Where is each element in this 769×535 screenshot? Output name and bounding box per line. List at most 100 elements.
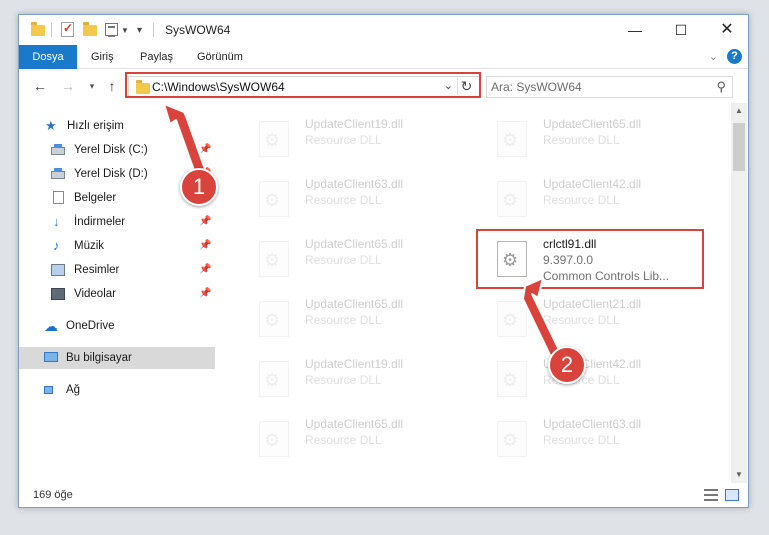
tab-home[interactable]: Giriş [91, 45, 114, 69]
help-icon[interactable]: ? [727, 49, 742, 64]
computer-icon [44, 352, 58, 362]
nav-item-label: Belgeler [74, 192, 117, 204]
divider [153, 23, 154, 37]
file-description: Resource DLL [305, 133, 382, 147]
details-view-icon[interactable] [704, 489, 718, 501]
pin-icon[interactable]: 📌 [199, 235, 211, 257]
file-tile[interactable]: UpdateClient65.dll Resource DLL [245, 235, 475, 283]
file-tile[interactable]: UpdateClient63.dll Resource DLL [483, 415, 713, 463]
pin-icon[interactable]: 📌 [199, 283, 211, 305]
address-highlight-box [125, 72, 481, 98]
file-description: Resource DLL [305, 253, 382, 267]
ribbon-tabs: Dosya Giriş Paylaş Görünüm ⌄ ? [19, 45, 748, 69]
file-tile[interactable]: UpdateClient19.dll Resource DLL [245, 115, 475, 163]
scroll-up-icon[interactable]: ▲ [731, 103, 747, 119]
recent-locations-dropdown[interactable]: ▾ [83, 76, 101, 96]
dll-file-icon [259, 361, 289, 397]
file-tile[interactable]: UpdateClient65.dll Resource DLL [245, 295, 475, 343]
nav-item-label: OneDrive [66, 320, 115, 332]
minimize-button[interactable]: — [612, 15, 658, 45]
file-name: UpdateClient19.dll [305, 357, 404, 371]
drive-icon [51, 144, 65, 155]
drive-icon [51, 168, 65, 179]
dll-file-icon [497, 121, 527, 157]
file-name: UpdateClient42.dll [543, 177, 642, 191]
nav-item-onedrive[interactable]: ☁ OneDrive [19, 315, 215, 337]
nav-item-label: İndirmeler [74, 216, 126, 228]
file-tile[interactable]: UpdateClient42.dll Resource DLL [483, 355, 713, 403]
file-tile[interactable]: UpdateClient63.dll Resource DLL [245, 175, 475, 223]
dll-file-icon [259, 421, 289, 457]
file-description: Resource DLL [305, 193, 382, 207]
nav-item-pictures[interactable]: Resimler 📌 [19, 259, 215, 281]
quick-access-dropdown-icon[interactable]: ▾ [137, 25, 142, 36]
network-icon [44, 386, 53, 394]
chevron-down-icon[interactable]: ▼ [121, 26, 129, 35]
search-input[interactable] [491, 79, 701, 95]
back-button[interactable]: ← [31, 76, 49, 96]
pin-icon[interactable]: 📌 [199, 259, 211, 281]
nav-item-label: Hızlı erişim [67, 120, 124, 132]
annotation-badge-2: 2 [548, 346, 586, 384]
dll-file-icon [497, 361, 527, 397]
nav-item-label: Ağ [66, 384, 81, 396]
nav-item-network[interactable]: Ağ [19, 379, 215, 401]
file-name: UpdateClient63.dll [543, 417, 642, 431]
tab-file[interactable]: Dosya [19, 45, 77, 69]
status-bar: 169 öğe [19, 483, 748, 507]
window-title: SysWOW64 [165, 23, 231, 37]
tab-share[interactable]: Paylaş [140, 45, 173, 69]
file-description: Resource DLL [305, 433, 382, 447]
forward-button[interactable]: → [59, 76, 77, 96]
divider [51, 23, 52, 37]
pin-icon[interactable]: 📌 [199, 211, 211, 233]
nav-item-this-pc[interactable]: Bu bilgisayar [19, 347, 215, 369]
file-name: UpdateClient65.dll [305, 297, 404, 311]
pin-icon[interactable]: 📌 [199, 139, 211, 161]
file-description: Resource DLL [543, 433, 620, 447]
up-button[interactable]: ↑ [103, 76, 121, 96]
file-description: Resource DLL [543, 193, 620, 207]
search-icon[interactable]: ⚲ [716, 79, 726, 95]
item-count: 169 öğe [33, 489, 73, 501]
dll-file-icon [497, 181, 527, 217]
scroll-thumb[interactable] [733, 123, 745, 171]
file-tile[interactable]: UpdateClient65.dll Resource DLL [245, 415, 475, 463]
nav-item-label: Müzik [74, 240, 105, 252]
nav-item-downloads[interactable]: ↓ İndirmeler 📌 [19, 211, 215, 233]
properties-check-icon[interactable] [61, 21, 74, 37]
customize-toolbar-icon[interactable] [105, 23, 118, 37]
file-tile[interactable]: UpdateClient65.dll Resource DLL [483, 115, 713, 163]
onedrive-icon: ☁ [44, 318, 58, 334]
scroll-down-icon[interactable]: ▼ [731, 467, 747, 483]
nav-item-quick-access[interactable]: ★ Hızlı erişim [19, 115, 215, 137]
tab-view[interactable]: Görünüm [197, 45, 243, 69]
file-tile[interactable]: UpdateClient19.dll Resource DLL [245, 355, 475, 403]
new-folder-icon[interactable] [83, 22, 97, 36]
file-name: UpdateClient65.dll [543, 117, 642, 131]
nav-item-label: Yerel Disk (C:) [74, 144, 148, 156]
vertical-scrollbar[interactable]: ▲ ▼ [731, 103, 747, 483]
videos-icon [51, 288, 65, 300]
file-name: UpdateClient19.dll [305, 117, 404, 131]
search-field[interactable]: ⚲ [486, 76, 733, 98]
music-icon: ♪ [53, 238, 60, 253]
nav-item-disk-c[interactable]: Yerel Disk (C:) 📌 [19, 139, 215, 161]
dll-file-icon [497, 301, 527, 337]
nav-item-music[interactable]: ♪ Müzik 📌 [19, 235, 215, 257]
maximize-button[interactable]: ☐ [658, 15, 704, 45]
pictures-icon [51, 264, 65, 276]
title-bar: ▼ ▾ SysWOW64 — ☐ ✕ [19, 15, 748, 45]
file-name: UpdateClient65.dll [305, 237, 404, 251]
large-icons-view-icon[interactable] [725, 489, 739, 501]
file-name: UpdateClient63.dll [305, 177, 404, 191]
nav-item-label: Bu bilgisayar [66, 352, 132, 364]
nav-item-videos[interactable]: Videolar 📌 [19, 283, 215, 305]
expand-ribbon-icon[interactable]: ⌄ [709, 50, 718, 63]
file-description: Resource DLL [543, 313, 620, 327]
file-tile[interactable]: UpdateClient21.dll Resource DLL [483, 295, 713, 343]
file-list: UpdateClient19.dll Resource DLL UpdateCl… [223, 103, 731, 483]
file-tile[interactable]: UpdateClient42.dll Resource DLL [483, 175, 713, 223]
close-button[interactable]: ✕ [704, 15, 748, 45]
file-description: Resource DLL [543, 133, 620, 147]
